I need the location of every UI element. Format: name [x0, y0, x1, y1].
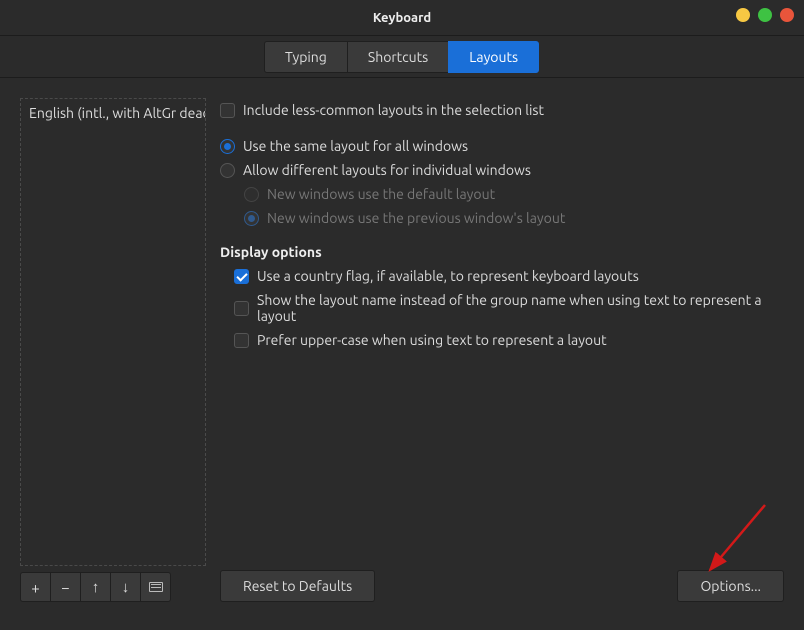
option-label: New windows use the default layout — [267, 186, 495, 202]
minus-icon: − — [61, 579, 69, 596]
move-up-button[interactable]: ↑ — [80, 572, 111, 602]
list-toolbar: + − ↑ ↓ — [20, 572, 206, 602]
add-layout-button[interactable]: + — [20, 572, 51, 602]
layouts-list[interactable]: English (intl., with AltGr dead keys) — [20, 98, 206, 566]
close-button[interactable] — [780, 8, 794, 22]
plus-icon: + — [31, 579, 39, 596]
radio-icon — [220, 139, 235, 154]
bottom-buttons: Reset to Defaults Options... — [220, 560, 784, 602]
tab-typing[interactable]: Typing — [264, 41, 348, 73]
tab-shortcuts[interactable]: Shortcuts — [347, 41, 449, 73]
radio-icon — [220, 163, 235, 178]
list-item[interactable]: English (intl., with AltGr dead keys) — [21, 99, 205, 127]
layouts-panel: English (intl., with AltGr dead keys) + … — [20, 98, 206, 602]
option-label: Show the layout name instead of the grou… — [257, 292, 784, 324]
option-include-less-common[interactable]: Include less-common layouts in the selec… — [220, 98, 784, 122]
titlebar: Keyboard — [0, 0, 804, 36]
option-new-windows-default: New windows use the default layout — [220, 182, 784, 206]
option-show-layout-name[interactable]: Show the layout name instead of the grou… — [220, 288, 784, 328]
option-label: New windows use the previous window's la… — [267, 210, 565, 226]
option-label: Allow different layouts for individual w… — [243, 162, 531, 178]
window-controls — [736, 8, 794, 22]
arrow-down-icon: ↓ — [122, 578, 130, 596]
arrow-up-icon: ↑ — [92, 578, 100, 596]
checkbox-icon — [234, 333, 249, 348]
remove-layout-button[interactable]: − — [50, 572, 81, 602]
options-button[interactable]: Options... — [677, 570, 784, 602]
content: English (intl., with AltGr dead keys) + … — [0, 78, 804, 610]
option-label: Use the same layout for all windows — [243, 138, 468, 154]
option-use-flag[interactable]: Use a country flag, if available, to rep… — [220, 264, 784, 288]
window-title: Keyboard — [373, 11, 431, 25]
tabbar: Typing Shortcuts Layouts — [0, 36, 804, 78]
move-down-button[interactable]: ↓ — [110, 572, 141, 602]
option-label: Include less-common layouts in the selec… — [243, 102, 544, 118]
keyboard-icon — [149, 582, 163, 592]
settings-panel: Include less-common layouts in the selec… — [220, 98, 784, 602]
minimize-button[interactable] — [736, 8, 750, 22]
radio-icon — [244, 187, 259, 202]
option-allow-different[interactable]: Allow different layouts for individual w… — [220, 158, 784, 182]
reset-defaults-button[interactable]: Reset to Defaults — [220, 570, 375, 602]
checkbox-icon — [234, 269, 249, 284]
maximize-button[interactable] — [758, 8, 772, 22]
option-new-windows-previous: New windows use the previous window's la… — [220, 206, 784, 230]
option-prefer-upper[interactable]: Prefer upper-case when using text to rep… — [220, 328, 784, 352]
tab-layouts[interactable]: Layouts — [448, 41, 539, 73]
option-label: Use a country flag, if available, to rep… — [257, 268, 639, 284]
checkbox-icon — [220, 103, 235, 118]
radio-icon — [244, 211, 259, 226]
display-options-heading: Display options — [220, 244, 784, 260]
checkbox-icon — [234, 301, 249, 316]
option-label: Prefer upper-case when using text to rep… — [257, 332, 607, 348]
option-same-layout[interactable]: Use the same layout for all windows — [220, 134, 784, 158]
keyboard-preview-button[interactable] — [140, 572, 171, 602]
